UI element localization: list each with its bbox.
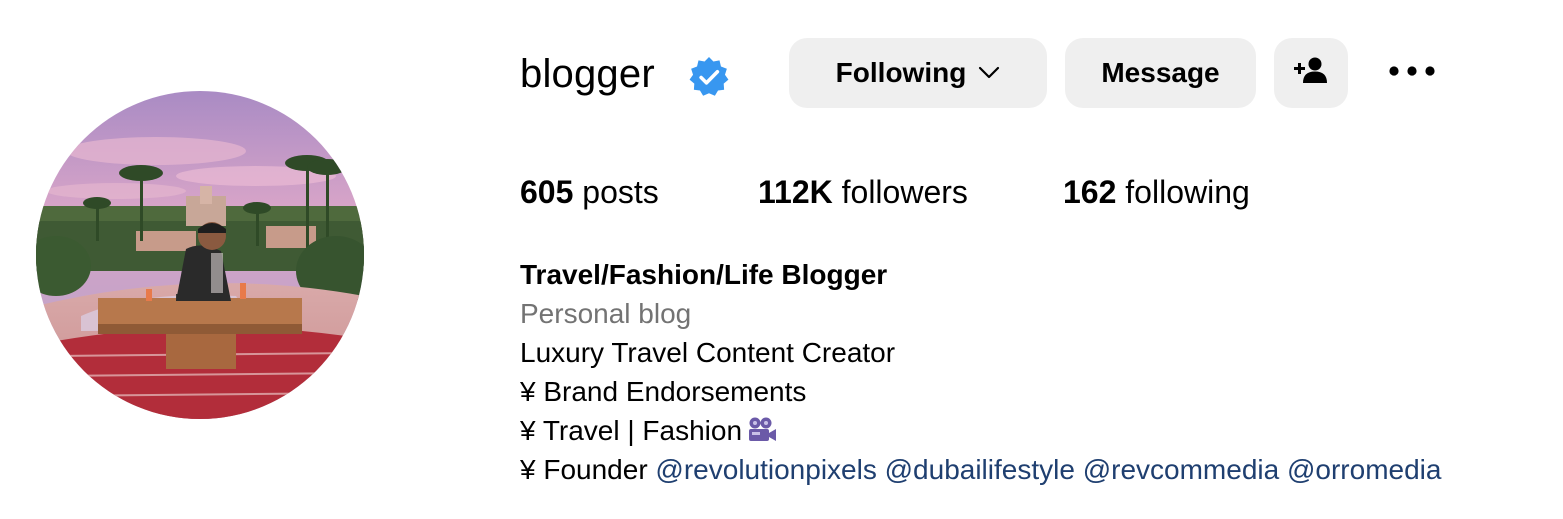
more-options-button[interactable] — [1380, 50, 1444, 96]
bio-line: Luxury Travel Content Creator — [520, 337, 896, 368]
followers-label: followers — [841, 174, 968, 210]
message-button[interactable]: Message — [1065, 38, 1256, 108]
message-button-label: Message — [1101, 57, 1220, 88]
more-options-icon — [1388, 64, 1436, 82]
mention-link[interactable]: @dubailifestyle — [885, 454, 1075, 485]
profile-avatar[interactable] — [36, 91, 364, 419]
bio-founder-line: ¥ Founder @revolutionpixels @dubailifest… — [520, 450, 1550, 489]
verified-badge-icon — [688, 56, 730, 98]
movie-camera-icon — [746, 415, 778, 443]
following-count: 162 — [1063, 174, 1117, 210]
bio-line: ¥ Brand Endorsements — [520, 376, 807, 407]
following-label: following — [1125, 174, 1250, 210]
profile-bio: Travel/Fashion/Life Blogger Personal blo… — [520, 255, 1550, 489]
mention-link[interactable]: @orromedia — [1287, 454, 1441, 485]
bio-category: Personal blog — [520, 298, 692, 329]
avatar-photo — [36, 91, 364, 419]
mention-link[interactable]: @revolutionpixels — [655, 454, 876, 485]
stat-followers[interactable]: 112K followers — [758, 170, 968, 214]
followers-count: 112K — [758, 174, 833, 210]
bio-line: ¥ Travel | Fashion — [520, 411, 1550, 450]
mention-link[interactable]: @revcommedia — [1083, 454, 1279, 485]
stat-posts: 605 posts — [520, 170, 659, 214]
posts-label: posts — [582, 174, 659, 210]
posts-count: 605 — [520, 174, 574, 210]
following-button-label: Following — [835, 57, 967, 88]
following-button[interactable]: Following — [789, 38, 1047, 108]
bio-title: Travel/Fashion/Life Blogger — [520, 259, 888, 290]
chevron-down-icon — [978, 66, 1000, 80]
add-user-button[interactable] — [1274, 38, 1348, 108]
founder-prefix: ¥ Founder — [520, 454, 648, 485]
profile-username: blogger — [520, 52, 655, 96]
bio-line-text: ¥ Travel | Fashion — [520, 415, 743, 446]
stat-following[interactable]: 162 following — [1063, 170, 1250, 214]
add-user-icon — [1293, 56, 1329, 91]
